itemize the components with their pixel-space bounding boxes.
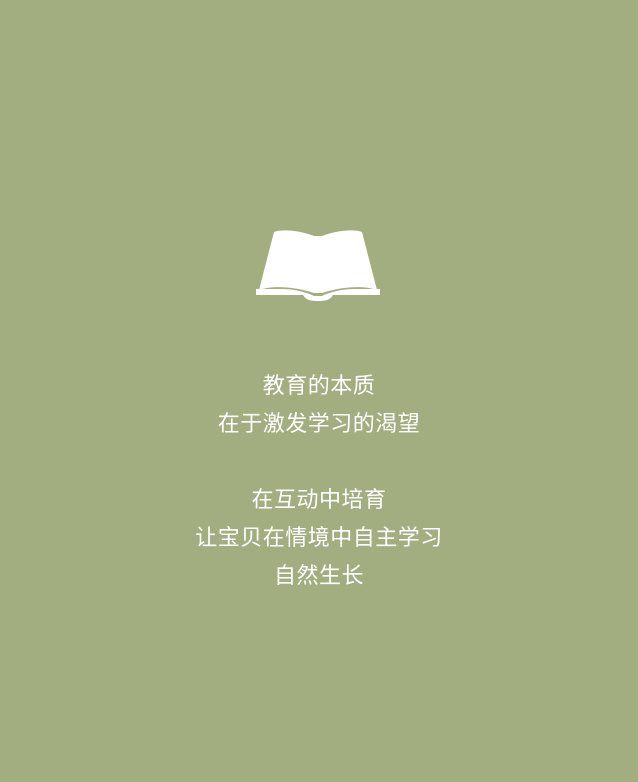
text-block: 教育的本质 在于激发学习的渴望 在互动中培育 让宝贝在情境中自主学习 自然生长 — [0, 368, 638, 596]
text-line: 自然生长 — [273, 564, 364, 589]
text-line: 在互动中培育 — [251, 488, 387, 513]
text-line: 让宝贝在情境中自主学习 — [195, 526, 443, 551]
text-line: 在于激发学习的渴望 — [217, 412, 421, 437]
text-line: 教育的本质 — [262, 374, 376, 399]
open-book-icon — [256, 230, 380, 301]
screen: 教育的本质 在于激发学习的渴望 在互动中培育 让宝贝在情境中自主学习 自然生长 — [0, 0, 638, 782]
